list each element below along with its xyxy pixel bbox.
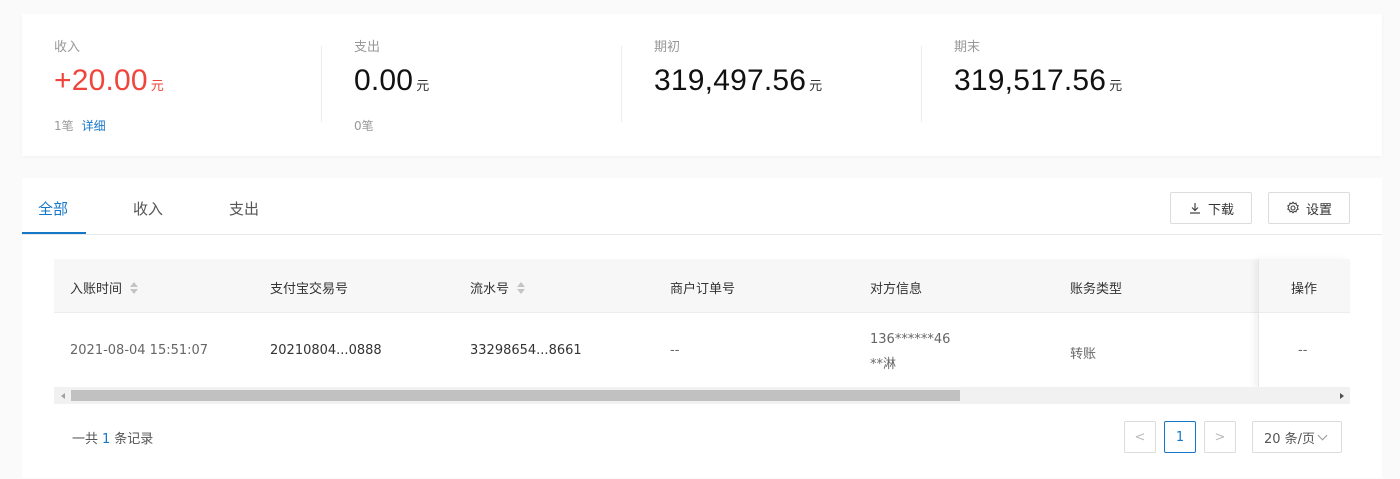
cell-alipay-trade-no: 20210804...0888 (270, 343, 382, 358)
income-stat: 收入 +20.00 元 1笔 详细 (22, 14, 322, 156)
income-label: 收入 (54, 40, 81, 55)
opening-stat: 期初 319,497.56 元 (622, 14, 922, 156)
page-size-value: 20 条/页 (1264, 431, 1316, 447)
scroll-left-arrow-icon[interactable] (54, 387, 71, 404)
column-header-alipay-trade-no: 支付宝交易号 (270, 278, 348, 297)
settings-button[interactable]: 设置 (1268, 192, 1350, 224)
cell-type: 转账 (1070, 347, 1097, 362)
income-amount: +20.00 (54, 64, 148, 97)
sort-icon[interactable] (517, 281, 526, 294)
transactions-table: 入账时间 支付宝交易号 流水号 商户订单号 对方信息 账务类型 操作 2021-… (54, 259, 1350, 388)
column-label: 流水号 (470, 282, 510, 297)
column-header-serial-no[interactable]: 流水号 (470, 278, 526, 297)
total-count: 1 (102, 432, 111, 447)
download-button[interactable]: 下载 (1170, 192, 1252, 224)
income-detail-link[interactable]: 详细 (82, 119, 106, 133)
income-count: 1笔 (54, 119, 74, 133)
page-size-select[interactable]: 20 条/页 (1252, 421, 1342, 453)
total-prefix: 一共 (72, 432, 99, 447)
closing-value: 319,517.56 元 (954, 64, 1122, 98)
download-label: 下载 (1207, 202, 1234, 218)
table-header: 入账时间 支付宝交易号 流水号 商户订单号 对方信息 账务类型 操作 (54, 259, 1350, 313)
opening-label: 期初 (654, 40, 681, 55)
page-1-button[interactable]: 1 (1164, 421, 1196, 453)
tab-income[interactable]: 收入 (133, 198, 163, 219)
download-icon (1189, 203, 1200, 214)
opening-unit: 元 (809, 79, 823, 94)
cell-counterparty-account: 136******46 (870, 332, 951, 347)
column-label: 对方信息 (870, 282, 923, 297)
column-label: 商户订单号 (670, 282, 736, 297)
column-header-time[interactable]: 入账时间 (70, 278, 139, 297)
column-header-merchant-order-no: 商户订单号 (670, 278, 735, 297)
expense-value: 0.00 元 (354, 64, 429, 98)
income-unit: 元 (150, 79, 164, 94)
closing-stat: 期末 319,517.56 元 (922, 14, 1222, 156)
fixed-column-shadow (1258, 259, 1350, 388)
opening-amount: 319,497.56 (654, 64, 807, 97)
cell-time: 2021-08-04 15:51:07 (70, 343, 209, 358)
closing-unit: 元 (1109, 79, 1123, 94)
column-label: 入账时间 (70, 282, 123, 297)
scroll-right-arrow-icon[interactable] (1333, 387, 1350, 404)
total-records: 一共 1 条记录 (72, 428, 153, 447)
next-page-button[interactable]: > (1204, 421, 1236, 453)
cell-counterparty-name: **淋 (870, 357, 897, 372)
expense-stat: 支出 0.00 元 0笔 (322, 14, 622, 156)
scrollbar-thumb[interactable] (71, 390, 960, 401)
expense-count: 0笔 (354, 119, 374, 133)
expense-sub: 0笔 (354, 117, 374, 134)
gear-icon (1287, 201, 1299, 214)
summary-card: 收入 +20.00 元 1笔 详细 支出 0.00 元 0笔 期初 319,497.5… (22, 14, 1382, 156)
cell-serial-no: 33298654...8661 (470, 343, 582, 358)
tab-active-indicator (22, 232, 86, 234)
tab-bar: 全部 收入 支出 下载 设置 (22, 178, 1382, 235)
expense-unit: 元 (416, 79, 430, 94)
column-label: 支付宝交易号 (270, 282, 349, 297)
chevron-right-icon: > (1214, 429, 1226, 445)
horizontal-scrollbar[interactable] (54, 387, 1350, 404)
total-suffix: 条记录 (114, 432, 154, 447)
closing-amount: 319,517.56 (954, 64, 1107, 97)
column-header-type: 账务类型 (1070, 278, 1122, 297)
chevron-left-icon: < (1134, 429, 1146, 445)
cell-merchant-order-no: -- (670, 343, 680, 358)
settings-label: 设置 (1305, 202, 1332, 218)
expense-label: 支出 (354, 40, 381, 55)
expense-amount: 0.00 (354, 64, 414, 97)
column-header-counterparty: 对方信息 (870, 278, 922, 297)
chevron-down-icon (1317, 430, 1328, 440)
column-label: 账务类型 (1070, 282, 1123, 297)
income-value: +20.00 元 (54, 64, 164, 98)
tab-expense[interactable]: 支出 (229, 198, 259, 219)
closing-label: 期末 (954, 40, 981, 55)
transactions-panel: 全部 收入 支出 下载 设置 入账时间 支付宝交易号 流水号 商户订单号 对方信… (22, 178, 1382, 478)
sort-icon[interactable] (130, 281, 139, 294)
income-sub: 1笔 详细 (54, 117, 106, 134)
opening-value: 319,497.56 元 (654, 64, 822, 98)
tab-all[interactable]: 全部 (38, 198, 68, 219)
prev-page-button[interactable]: < (1124, 421, 1156, 453)
table-row: 2021-08-04 15:51:07 20210804...0888 3329… (54, 313, 1350, 388)
